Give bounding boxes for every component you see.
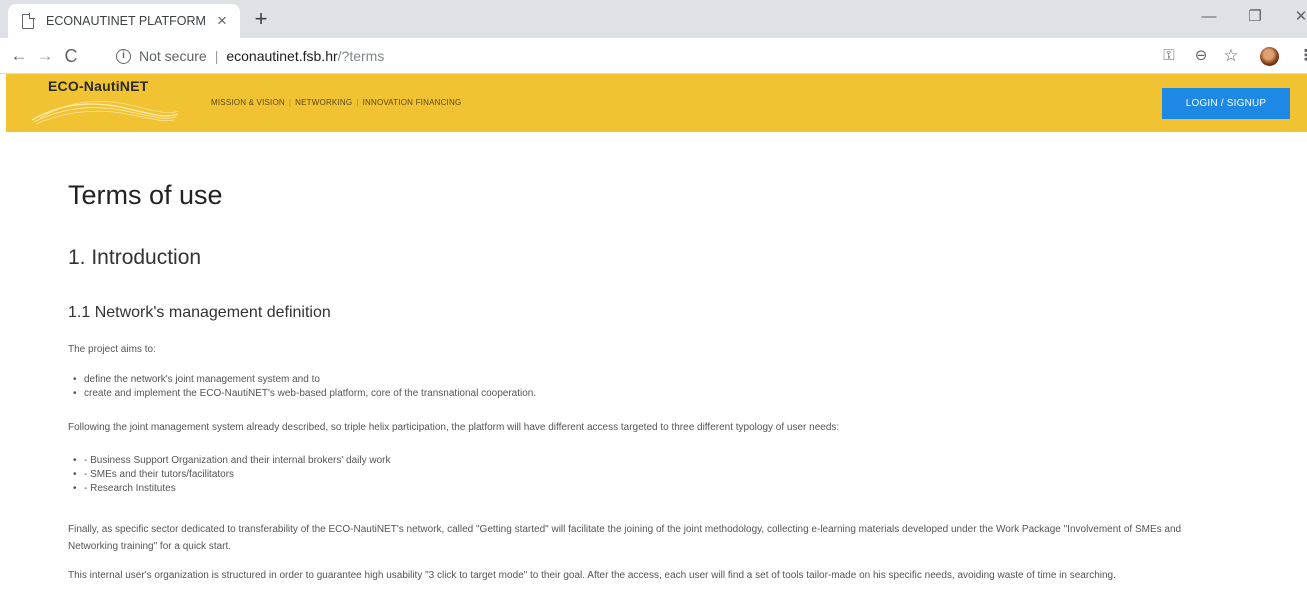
security-label[interactable]: Not secure [139, 48, 207, 64]
aims-list: define the network's joint management sy… [68, 373, 536, 401]
page-title: Terms of use [68, 180, 223, 210]
tab-close-icon[interactable]: × [214, 12, 230, 29]
site-nav: MISSION & VISION | NETWORKING | INNOVATI… [208, 98, 464, 107]
forward-button[interactable]: → [32, 42, 58, 70]
list-item: define the network's joint management sy… [68, 373, 536, 387]
minimize-button[interactable]: — [1194, 4, 1224, 30]
site-header: ECO-NautiNET MISSION & VISION | NETWORKI… [6, 74, 1307, 132]
site-logo[interactable]: ECO-NautiNET [30, 78, 180, 126]
logo-wave-graphic [31, 100, 180, 125]
list-item: create and implement the ECO-NautiNET's … [68, 387, 536, 401]
address-bar[interactable]: i Not secure | econautinet.fsb.hr/?terms [116, 43, 384, 69]
address-separator: | [214, 48, 219, 64]
reload-button[interactable]: C [58, 42, 84, 70]
user-types-list: - Business Support Organization and thei… [68, 454, 391, 496]
getting-started-paragraph: Finally, as specific sector dedicated to… [68, 524, 1182, 552]
logo-text: ECO-NautiNET [48, 78, 149, 94]
url-path[interactable]: /?terms [338, 48, 385, 64]
access-paragraph: Following the joint management system al… [68, 422, 840, 433]
nav-mission-vision[interactable]: MISSION & VISION [208, 98, 288, 107]
browser-menu-icon[interactable]: ⋮ [1295, 46, 1307, 66]
intro-paragraph: The project aims to: [68, 344, 156, 355]
login-signup-button[interactable]: LOGIN / SIGNUP [1162, 88, 1290, 119]
list-item: - SMEs and their tutors/facilitators [68, 468, 391, 482]
info-icon[interactable]: i [116, 48, 131, 64]
list-item: - Business Support Organization and thei… [68, 454, 391, 468]
browser-tab-bar: ECONAUTINET PLATFORM × + — ❐ ✕ [0, 0, 1307, 38]
nav-innovation-financing[interactable]: INNOVATION FINANCING [360, 98, 465, 107]
tab-title: ECONAUTINET PLATFORM [46, 14, 206, 28]
new-tab-button[interactable]: + [248, 6, 274, 32]
profile-avatar[interactable] [1260, 47, 1279, 66]
back-button[interactable]: ← [6, 42, 32, 70]
nav-networking[interactable]: NETWORKING [292, 98, 355, 107]
organization-paragraph: This internal user's organization is str… [68, 570, 1116, 581]
browser-tab[interactable]: ECONAUTINET PLATFORM × [8, 4, 240, 38]
close-window-button[interactable]: ✕ [1286, 4, 1307, 30]
restore-button[interactable]: ❐ [1240, 4, 1270, 30]
bookmark-star-icon[interactable]: ☆ [1220, 46, 1242, 66]
zoom-icon[interactable]: ⊖ [1190, 46, 1212, 66]
page-icon [22, 13, 35, 29]
url-host[interactable]: econautinet.fsb.hr [226, 48, 337, 64]
section-title: 1. Introduction [68, 246, 202, 269]
subsection-title: 1.1 Network's management definition [68, 304, 331, 321]
list-item: - Research Institutes [68, 482, 391, 496]
browser-toolbar: ← → C i Not secure | econautinet.fsb.hr /… [0, 38, 1307, 74]
key-icon[interactable]: ⚿ [1158, 46, 1180, 66]
